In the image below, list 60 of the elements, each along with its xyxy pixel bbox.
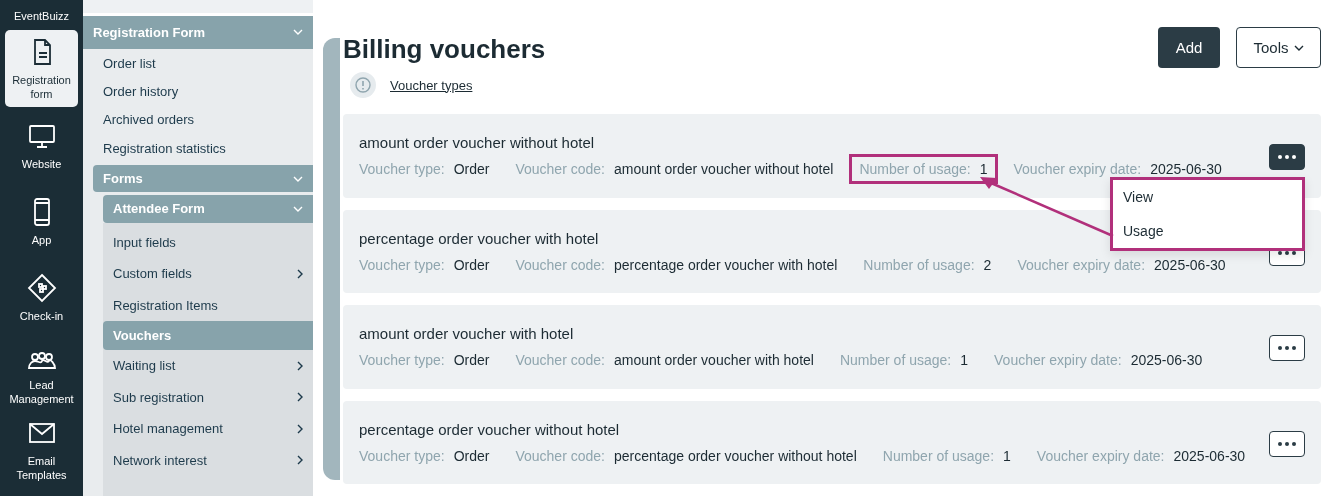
sidebar-item[interactable]: Registration Items [103,289,313,321]
voucher-field: Voucher code: percentage order voucher without hotel [505,440,867,471]
voucher-field: Number of usage: 1 [829,345,979,375]
ticket-icon [26,273,57,303]
more-button[interactable] [1269,430,1305,457]
more-icon [1278,250,1296,255]
more-button[interactable] [1269,144,1305,170]
chevron-down-icon [1293,44,1304,51]
voucher-name: percentage order voucher with hotel [359,229,599,247]
more-button[interactable] [1269,335,1305,361]
nav-item[interactable]: App [5,185,78,259]
voucher-field: Voucher expiry date: 2025-06-30 [1007,249,1236,280]
voucher-field: Voucher code: amount order voucher with hotel [505,345,824,375]
voucher-field: Voucher type: Order [349,154,500,184]
chevron-down-icon [293,206,303,212]
voucher-name: amount order voucher without hotel [359,134,595,151]
sidebar-item[interactable]: Sub registration [103,381,313,413]
sidebar-item[interactable]: Network interest [103,444,313,476]
sidebar-item[interactable]: Waiting list [103,350,313,382]
voucher-name: amount order voucher with hotel [359,325,574,342]
chevron-right-icon [297,423,303,434]
sidebar-item[interactable]: Order history [93,77,313,106]
more-icon [1278,346,1296,350]
nav-item[interactable]: Registration form [5,30,78,107]
chevron-right-icon [297,392,303,403]
add-button[interactable]: Add [1158,27,1220,68]
voucher-field: Voucher code: percentage order voucher with hotel [505,249,848,280]
sidebar-item[interactable]: Archived orders [93,105,313,135]
sidebar-item[interactable]: Hotel management [103,413,313,445]
page-title: Billing vouchers [343,34,546,65]
sidebar-item[interactable]: Input fields [103,226,313,258]
nav-item[interactable]: Lead Management [5,337,78,411]
voucher-field: Voucher type: Order [349,345,500,375]
voucher-types-link[interactable]: Voucher types [390,77,473,93]
menu-item[interactable]: Usage [1113,214,1302,248]
chevron-right-icon [297,268,303,279]
tools-button[interactable]: Tools [1236,27,1321,68]
sidebar-item[interactable]: Custom fields [103,258,313,290]
sidebar-item[interactable]: Registration statistics [93,134,313,163]
voucher-field: Voucher expiry date: 2025-06-30 [1026,440,1256,471]
voucher-field: Voucher type: Order [349,440,500,471]
chevron-right-icon [297,360,303,371]
voucher-field: Voucher code: amount order voucher without hotel [505,154,844,184]
sidebar-item[interactable]: Order list [93,48,313,78]
info-icon [350,72,376,98]
nav-item[interactable]: Website [5,109,78,183]
brand-name: EventBuizz [14,10,69,22]
chevron-down-icon [293,175,303,182]
voucher-name: percentage order voucher without hotel [359,420,620,438]
nav-item[interactable]: Email Templates [5,413,78,487]
more-icon [1278,441,1296,446]
voucher-field: Voucher type: Order [349,249,500,280]
chevron-right-icon [297,455,303,466]
voucher-field: Voucher expiry date: 2025-06-30 [984,345,1213,375]
voucher-field: Number of usage: 1 [872,440,1021,471]
voucher-field: Number of usage: 2 [853,249,1002,280]
highlighted-field: Number of usage: 1 [849,154,998,184]
chevron-down-icon [293,29,303,36]
more-icon [1278,155,1296,159]
nav-item[interactable]: Check-in [5,261,78,335]
